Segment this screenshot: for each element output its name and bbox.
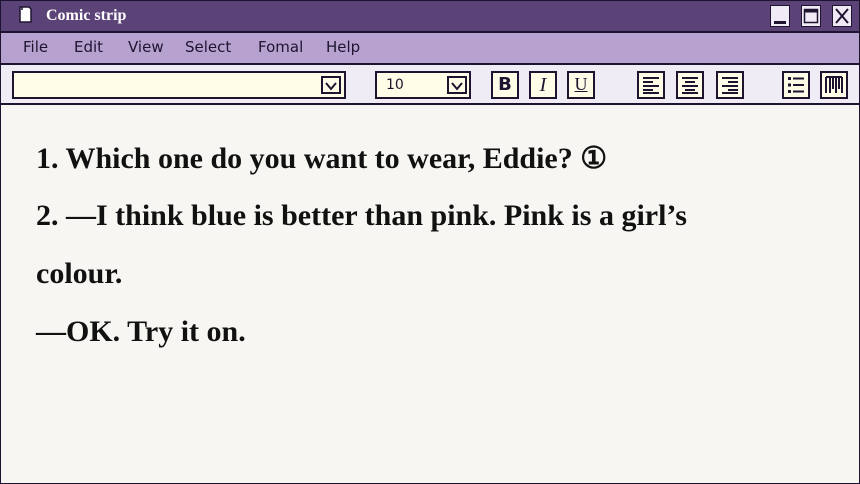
bullet-list-icon: [788, 77, 804, 93]
font-name-dropdown[interactable]: [12, 71, 346, 99]
document-icon: [19, 6, 32, 23]
bold-button[interactable]: B: [491, 71, 519, 99]
columns-icon: [825, 76, 843, 93]
align-right-button[interactable]: [716, 71, 744, 99]
toolbar: 10 B I U: [1, 65, 859, 105]
text-line-1: 1. Which one do you want to wear, Eddie?…: [36, 142, 608, 175]
align-right-icon: [722, 77, 738, 94]
close-button[interactable]: [832, 5, 852, 27]
bullet-list-button[interactable]: [782, 71, 810, 99]
minimize-icon: [774, 21, 786, 24]
align-left-icon: [643, 77, 659, 94]
menu-edit[interactable]: Edit: [74, 38, 103, 56]
menu-bar: File Edit View Select Fomal Help: [1, 33, 859, 65]
menu-view[interactable]: View: [128, 38, 164, 56]
menu-format[interactable]: Fomal: [258, 38, 303, 56]
close-icon: [835, 8, 849, 24]
size-dropdown-arrow[interactable]: [447, 76, 467, 94]
minimize-button[interactable]: [770, 5, 790, 27]
document-area[interactable]: 1. Which one do you want to wear, Eddie?…: [1, 105, 859, 483]
bold-label: B: [498, 74, 512, 95]
menu-help[interactable]: Help: [326, 38, 360, 56]
title-bar: Comic strip: [1, 1, 859, 33]
italic-button[interactable]: I: [529, 71, 557, 99]
maximize-button[interactable]: [801, 5, 821, 27]
columns-button[interactable]: [820, 71, 848, 99]
underline-label: U: [574, 74, 588, 94]
italic-label: I: [539, 74, 547, 96]
maximize-icon: [803, 8, 819, 24]
editor-window: Comic strip File Edit View Select Fomal …: [0, 0, 860, 484]
menu-select[interactable]: Select: [185, 38, 231, 56]
text-line-2: 2. —I think blue is better than pink. Pi…: [36, 199, 687, 232]
window-title: Comic strip: [46, 7, 127, 24]
font-dropdown-arrow[interactable]: [321, 76, 341, 94]
chevron-down-icon: [451, 82, 463, 91]
underline-button[interactable]: U: [567, 71, 595, 99]
align-center-button[interactable]: [676, 71, 704, 99]
font-size-value: 10: [386, 77, 404, 93]
font-size-dropdown[interactable]: 10: [375, 71, 471, 99]
menu-file[interactable]: File: [23, 38, 48, 56]
align-center-icon: [682, 77, 698, 94]
text-line-3: colour.: [36, 257, 123, 290]
chevron-down-icon: [325, 82, 337, 91]
align-left-button[interactable]: [637, 71, 665, 99]
text-line-4: —OK. Try it on.: [36, 315, 246, 348]
